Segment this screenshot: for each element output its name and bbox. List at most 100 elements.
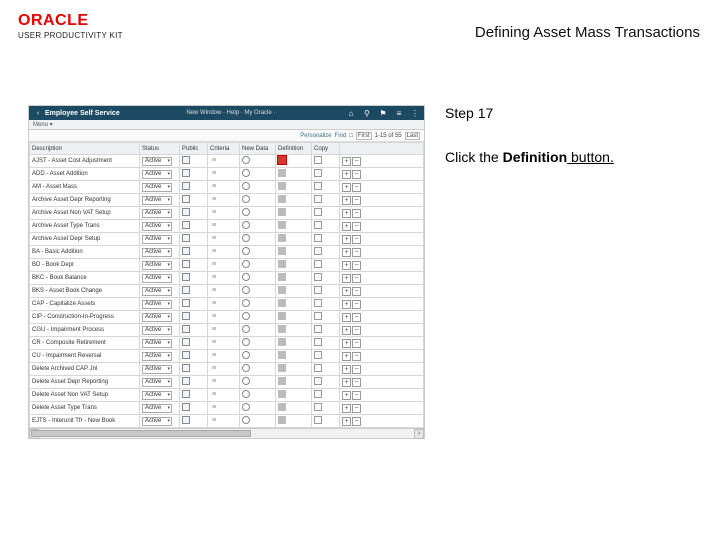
copy-icon[interactable]	[314, 169, 322, 177]
cell-criteria[interactable]: ≡	[208, 220, 240, 233]
cell-public[interactable]	[180, 350, 208, 363]
viewall-icon[interactable]: □	[349, 133, 353, 139]
cell-public[interactable]	[180, 194, 208, 207]
cell-copy[interactable]	[312, 363, 340, 376]
remove-row-button[interactable]: −	[352, 274, 361, 283]
criteria-icon[interactable]: ≡	[210, 248, 218, 256]
cell-criteria[interactable]: ≡	[208, 311, 240, 324]
cell-description[interactable]: Archive Asset Type Trans	[30, 220, 140, 233]
definition-button[interactable]	[278, 325, 286, 333]
status-select[interactable]: Active	[142, 235, 172, 244]
cell-definition[interactable]	[276, 337, 312, 350]
cell-description[interactable]: Archive Asset Non VAT Setup	[30, 207, 140, 220]
definition-button[interactable]	[278, 416, 286, 424]
status-select[interactable]: Active	[142, 378, 172, 387]
col-definition[interactable]: Definition	[276, 143, 312, 155]
criteria-icon[interactable]: ≡	[210, 287, 218, 295]
pager-last[interactable]: Last	[405, 132, 420, 140]
cell-public[interactable]	[180, 311, 208, 324]
status-select[interactable]: Active	[142, 352, 172, 361]
status-select[interactable]: Active	[142, 300, 172, 309]
cell-status[interactable]: Active	[140, 376, 180, 389]
cell-public[interactable]	[180, 220, 208, 233]
cell-newdata[interactable]	[240, 246, 276, 259]
more-icon[interactable]: ⋮	[410, 109, 420, 118]
cell-definition[interactable]	[276, 324, 312, 337]
cell-status[interactable]: Active	[140, 259, 180, 272]
cell-newdata[interactable]	[240, 376, 276, 389]
public-checkbox-icon[interactable]	[182, 390, 190, 398]
definition-button[interactable]	[278, 390, 286, 398]
cell-definition[interactable]	[276, 168, 312, 181]
copy-icon[interactable]	[314, 364, 322, 372]
criteria-icon[interactable]: ≡	[210, 313, 218, 321]
cell-newdata[interactable]	[240, 363, 276, 376]
new-data-icon[interactable]	[242, 390, 250, 398]
remove-row-button[interactable]: −	[352, 391, 361, 400]
cell-status[interactable]: Active	[140, 181, 180, 194]
cell-status[interactable]: Active	[140, 350, 180, 363]
remove-row-button[interactable]: −	[352, 404, 361, 413]
scroll-right-arrow[interactable]: ›	[414, 429, 424, 439]
add-row-button[interactable]: +	[342, 404, 351, 413]
criteria-icon[interactable]: ≡	[210, 352, 218, 360]
definition-button[interactable]	[278, 338, 286, 346]
col-public[interactable]: Public	[180, 143, 208, 155]
cell-public[interactable]	[180, 181, 208, 194]
add-row-button[interactable]: +	[342, 235, 351, 244]
criteria-icon[interactable]: ≡	[210, 365, 218, 373]
new-data-icon[interactable]	[242, 234, 250, 242]
definition-button[interactable]	[278, 182, 286, 190]
cell-newdata[interactable]	[240, 259, 276, 272]
remove-row-button[interactable]: −	[352, 261, 361, 270]
copy-icon[interactable]	[314, 338, 322, 346]
new-data-icon[interactable]	[242, 273, 250, 281]
criteria-icon[interactable]: ≡	[210, 274, 218, 282]
cell-copy[interactable]	[312, 194, 340, 207]
cell-criteria[interactable]: ≡	[208, 259, 240, 272]
criteria-icon[interactable]: ≡	[210, 391, 218, 399]
cell-status[interactable]: Active	[140, 311, 180, 324]
criteria-icon[interactable]: ≡	[210, 326, 218, 334]
definition-button[interactable]	[278, 195, 286, 203]
new-data-icon[interactable]	[242, 299, 250, 307]
cell-copy[interactable]	[312, 324, 340, 337]
cell-status[interactable]: Active	[140, 207, 180, 220]
cell-newdata[interactable]	[240, 233, 276, 246]
copy-icon[interactable]	[314, 299, 322, 307]
new-data-icon[interactable]	[242, 169, 250, 177]
cell-criteria[interactable]: ≡	[208, 246, 240, 259]
cell-public[interactable]	[180, 207, 208, 220]
cell-definition[interactable]	[276, 246, 312, 259]
cell-description[interactable]: BD - Book Depr	[30, 259, 140, 272]
col-status[interactable]: Status	[140, 143, 180, 155]
cell-definition[interactable]	[276, 311, 312, 324]
public-checkbox-icon[interactable]	[182, 273, 190, 281]
cell-public[interactable]	[180, 337, 208, 350]
cell-criteria[interactable]: ≡	[208, 363, 240, 376]
copy-icon[interactable]	[314, 377, 322, 385]
cell-public[interactable]	[180, 272, 208, 285]
cell-definition[interactable]	[276, 298, 312, 311]
cell-public[interactable]	[180, 402, 208, 415]
public-checkbox-icon[interactable]	[182, 364, 190, 372]
copy-icon[interactable]	[314, 195, 322, 203]
cell-copy[interactable]	[312, 389, 340, 402]
cell-status[interactable]: Active	[140, 285, 180, 298]
definition-button[interactable]	[278, 260, 286, 268]
col-description[interactable]: Description	[30, 143, 140, 155]
public-checkbox-icon[interactable]	[182, 338, 190, 346]
cell-definition[interactable]	[276, 220, 312, 233]
cell-public[interactable]	[180, 376, 208, 389]
public-checkbox-icon[interactable]	[182, 286, 190, 294]
cell-copy[interactable]	[312, 311, 340, 324]
copy-icon[interactable]	[314, 351, 322, 359]
cell-description[interactable]: ADD - Asset Addition	[30, 168, 140, 181]
status-select[interactable]: Active	[142, 417, 172, 426]
new-data-icon[interactable]	[242, 364, 250, 372]
cell-status[interactable]: Active	[140, 233, 180, 246]
remove-row-button[interactable]: −	[352, 222, 361, 231]
public-checkbox-icon[interactable]	[182, 351, 190, 359]
status-select[interactable]: Active	[142, 274, 172, 283]
cell-definition[interactable]	[276, 194, 312, 207]
